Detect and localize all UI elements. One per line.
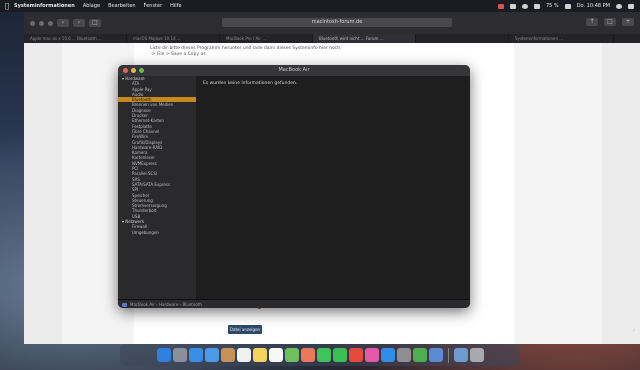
- tab-6[interactable]: Systeminformationen ...: [509, 34, 614, 43]
- toolbar-right: ↑ □ +: [586, 18, 634, 26]
- folder-icon[interactable]: [453, 348, 468, 362]
- volume-icon[interactable]: [533, 3, 540, 9]
- tab-3[interactable]: MacBook Pro / Air ...: [220, 34, 313, 43]
- sidebar-toggle-button[interactable]: □: [89, 19, 101, 27]
- search-icon[interactable]: [616, 3, 622, 9]
- finder-icon[interactable]: [156, 348, 171, 362]
- system-preferences-icon[interactable]: [396, 348, 411, 362]
- tabs-overview-button[interactable]: □: [604, 18, 616, 26]
- notification-center-icon[interactable]: [628, 3, 634, 9]
- wifi-icon[interactable]: [521, 3, 528, 9]
- trash-icon[interactable]: [469, 348, 484, 362]
- new-tab-button[interactable]: +: [622, 18, 634, 26]
- itunes-icon[interactable]: [364, 348, 379, 362]
- category-sidebar: ▾ Hardware ATA Apple Pay Audio Bluetooth Bren…: [118, 76, 196, 299]
- menu-help[interactable]: Hilfe: [170, 3, 181, 9]
- menu-file[interactable]: Ablage: [83, 3, 100, 9]
- dock: [120, 344, 520, 366]
- scroll-arrow-icon[interactable]: ↗: [630, 327, 636, 335]
- forward-button[interactable]: ›: [73, 19, 85, 27]
- no-info-message: Es wurden keine Informationen gefunden.: [203, 81, 298, 86]
- facetime-icon[interactable]: [332, 348, 347, 362]
- post-line: -> File > Save a Copy as: [150, 52, 206, 57]
- sidebar-section-label: Hardware: [125, 76, 145, 81]
- tab-1[interactable]: Apple mac os x 10.6 ... Bluetooth ...: [24, 34, 127, 43]
- display-icon[interactable]: [509, 3, 516, 9]
- system-information-icon[interactable]: [428, 348, 443, 362]
- news-icon[interactable]: [348, 348, 363, 362]
- path-item[interactable]: Bluetooth: [182, 300, 201, 308]
- chrome-icon[interactable]: [412, 348, 427, 362]
- zoom-icon[interactable]: [48, 20, 53, 26]
- window-title: MacBook Air: [118, 65, 470, 76]
- menu-app-name[interactable]: Systeminformationen: [14, 3, 75, 9]
- appstore-icon[interactable]: [380, 348, 395, 362]
- page-action-button[interactable]: Datei anzeigen: [228, 325, 262, 334]
- path-item[interactable]: Hardware: [159, 300, 178, 308]
- notes-icon[interactable]: [252, 348, 267, 362]
- messages-icon[interactable]: [316, 348, 331, 362]
- window-controls: [30, 20, 53, 26]
- tab-bar: Apple mac os x 10.6 ... Bluetooth ... ma…: [24, 34, 640, 43]
- maps-icon[interactable]: [284, 348, 299, 362]
- browser-toolbar: ‹ › □ macintosh-forum.de ↑ □ +: [24, 12, 640, 34]
- clock[interactable]: Do. 10:48 PM: [577, 3, 610, 9]
- address-bar[interactable]: macintosh-forum.de: [222, 18, 452, 27]
- minimize-icon[interactable]: [39, 20, 44, 26]
- safari-icon[interactable]: [188, 348, 203, 362]
- battery-percent: 75 %: [545, 3, 559, 9]
- back-button[interactable]: ‹: [57, 19, 69, 27]
- path-item[interactable]: MacBook Air: [130, 300, 155, 308]
- sidebar-item[interactable]: Umgebungen: [118, 230, 196, 235]
- close-icon[interactable]: [30, 20, 35, 26]
- computer-icon: [122, 302, 127, 307]
- tab-4[interactable]: Bluetooth wird nicht ... Forum ...: [313, 34, 416, 43]
- menu-edit[interactable]: Bearbeiten: [108, 3, 135, 9]
- tab-5[interactable]: [416, 34, 509, 43]
- tab-2[interactable]: macOS Mojave 10.14 ...: [127, 34, 220, 43]
- system-information-window: MacBook Air ▾ Hardware ATA Apple Pay Audio B…: [118, 65, 470, 308]
- post-text: Liste dir bitte dieses Programm herunter…: [150, 46, 342, 58]
- contacts-icon[interactable]: [220, 348, 235, 362]
- battery-icon[interactable]: [564, 3, 571, 9]
- dock-separator: [447, 347, 449, 363]
- path-bar: MacBook Air › Hardware › Bluetooth: [118, 299, 470, 308]
- detail-pane: Es wurden keine Informationen gefunden.: [196, 76, 470, 299]
- sidebar-section-label: Netzwerk: [125, 219, 145, 225]
- close-icon[interactable]: [123, 68, 128, 73]
- photos-icon[interactable]: [300, 348, 315, 362]
- zoom-icon[interactable]: [139, 68, 144, 73]
- record-icon[interactable]: [497, 3, 504, 9]
- launchpad-icon[interactable]: [172, 348, 187, 362]
- menu-window[interactable]: Fenster: [144, 3, 163, 9]
- share-button[interactable]: ↑: [586, 18, 598, 26]
- mail-icon[interactable]: [204, 348, 219, 362]
- minimize-icon[interactable]: [131, 68, 136, 73]
- status-area: 75 % Do. 10:48 PM: [497, 0, 634, 12]
- calendar-icon[interactable]: [236, 348, 251, 362]
- traffic-lights: [123, 68, 144, 73]
- reminders-icon[interactable]: [268, 348, 283, 362]
- menu-bar:  Systeminformationen Ablage Bearbeiten …: [0, 0, 640, 12]
- apple-menu-icon[interactable]: : [0, 2, 14, 10]
